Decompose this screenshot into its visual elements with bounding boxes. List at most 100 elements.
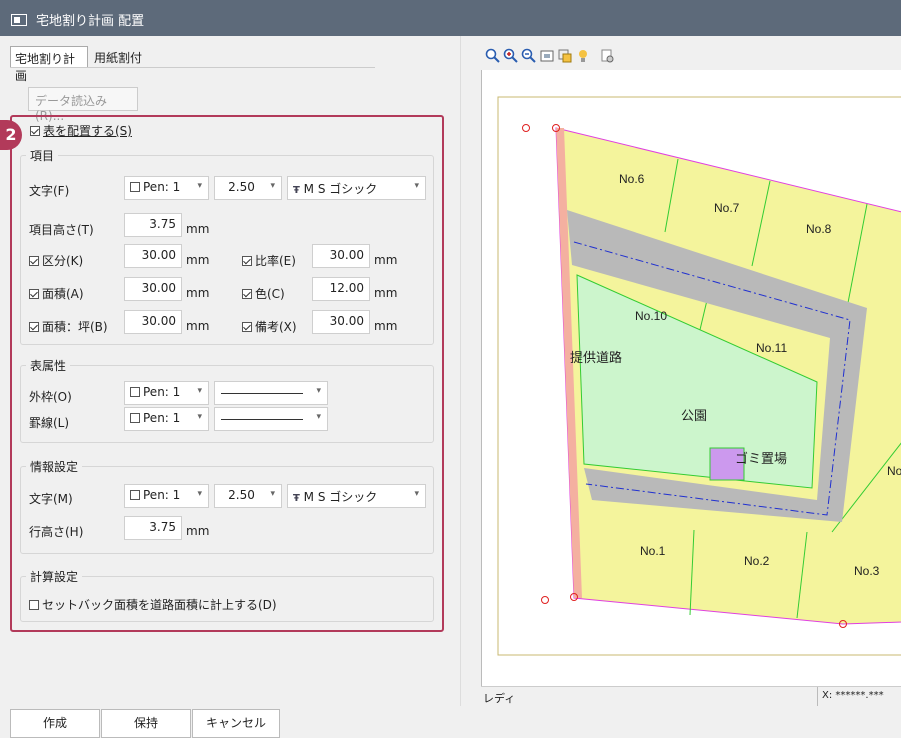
info-text-label: 文字(M) <box>29 492 73 506</box>
table-attr-group-title: 表属性 <box>26 357 71 374</box>
items-size-select[interactable]: 2.50 ▾ <box>214 176 282 200</box>
color-checkbox[interactable]: 色(C) <box>242 285 285 302</box>
garbage-label: ゴミ置場 <box>735 451 787 466</box>
dropdown-arrow-icon: ▾ <box>316 412 321 422</box>
zoom-fit-icon[interactable] <box>485 48 501 64</box>
checkbox-checked-icon <box>242 322 252 332</box>
info-size-select[interactable]: 2.50 ▾ <box>214 484 282 508</box>
data-load-button[interactable]: データ読込み(R)... <box>28 87 138 123</box>
tab-paper-layout[interactable]: 用紙割付 <box>90 46 152 68</box>
color-swatch <box>130 413 140 423</box>
area-label: 面積(A) <box>42 287 84 301</box>
kubun-width-input[interactable]: 30.00 <box>124 244 182 268</box>
keep-button[interactable]: 保持 <box>101 709 191 738</box>
checkbox-checked-icon <box>29 289 39 299</box>
unit-label: mm <box>186 253 210 267</box>
ratio-width-input[interactable]: 30.00 <box>312 244 370 268</box>
calc-group-title: 計算設定 <box>26 568 83 585</box>
zoom-in-icon[interactable] <box>503 48 519 64</box>
color-swatch <box>130 387 140 397</box>
rule-pen-select[interactable]: Pen: 1 ▾ <box>124 407 209 431</box>
lot-label-no1: No.1 <box>640 544 666 558</box>
lot-label-no2: No.2 <box>744 554 770 568</box>
road-label: 提供道路 <box>570 350 622 365</box>
rule-pen-value: Pen: 1 <box>143 411 181 425</box>
unit-label: mm <box>186 319 210 333</box>
pane-separator <box>460 36 461 706</box>
tab-divider <box>10 67 375 68</box>
area-width-input[interactable]: 30.00 <box>124 277 182 301</box>
lot-label-no-partial: No <box>887 464 901 478</box>
area-tsubo-width-input[interactable]: 30.00 <box>124 310 182 334</box>
create-button[interactable]: 作成 <box>10 709 100 738</box>
info-pen-select[interactable]: Pen: 1 ▾ <box>124 484 209 508</box>
status-bar: レディ X: ******.*** <box>481 686 901 706</box>
truetype-icon: Ŧ <box>293 493 300 504</box>
ratio-checkbox[interactable]: 比率(E) <box>242 252 296 269</box>
outer-pen-select[interactable]: Pen: 1 ▾ <box>124 381 209 405</box>
checkbox-unchecked-icon <box>29 600 39 610</box>
dropdown-arrow-icon: ▾ <box>270 181 275 191</box>
rule-line-label: 罫線(L) <box>29 416 70 430</box>
lot-plan-drawing: No.6 No.7 No.8 No.10 No.11 提供道路 公園 ゴミ置場 … <box>497 96 901 656</box>
color-label: 色(C) <box>255 287 285 301</box>
line-sample <box>221 419 303 420</box>
items-size-value: 2.50 <box>228 180 255 194</box>
fit-page-icon[interactable] <box>539 48 555 64</box>
checkbox-checked-icon <box>29 322 39 332</box>
color-swatch <box>130 182 140 192</box>
area-checkbox[interactable]: 面積(A) <box>29 285 84 302</box>
info-pen-value: Pen: 1 <box>143 488 181 502</box>
dropdown-arrow-icon: ▾ <box>197 489 202 499</box>
checkbox-checked-icon <box>30 126 40 136</box>
lightbulb-icon[interactable] <box>575 48 591 64</box>
unit-label: mm <box>186 222 210 236</box>
dropdown-arrow-icon: ▾ <box>197 181 202 191</box>
area-tsubo-label: 面積：坪(B) <box>42 320 108 334</box>
item-height-input[interactable]: 3.75 <box>124 213 182 237</box>
lot-label-no6: No.6 <box>619 172 645 186</box>
tab-residential-plan[interactable]: 宅地割り計画 <box>10 46 88 83</box>
window-icon <box>11 14 27 26</box>
unit-label: mm <box>374 286 398 300</box>
checkbox-checked-icon <box>242 256 252 266</box>
line-height-input[interactable]: 3.75 <box>124 516 182 540</box>
outer-linetype-select[interactable]: ▾ <box>214 381 328 405</box>
layer-icon[interactable] <box>557 48 573 64</box>
rule-linetype-select[interactable]: ▾ <box>214 407 328 431</box>
park-label: 公園 <box>681 408 707 423</box>
dropdown-arrow-icon: ▾ <box>197 386 202 396</box>
truetype-icon: Ŧ <box>293 185 300 196</box>
settings-icon[interactable] <box>599 48 615 64</box>
info-font-select[interactable]: Ŧ M S ゴシック ▾ <box>287 484 426 508</box>
unit-label: mm <box>186 286 210 300</box>
items-font-select[interactable]: Ŧ M S ゴシック ▾ <box>287 176 426 200</box>
items-pen-select[interactable]: Pen: 1 ▾ <box>124 176 209 200</box>
kubun-checkbox[interactable]: 区分(K) <box>29 252 83 269</box>
dropdown-arrow-icon: ▾ <box>316 386 321 396</box>
line-sample <box>221 393 303 394</box>
preview-canvas[interactable]: No.6 No.7 No.8 No.10 No.11 提供道路 公園 ゴミ置場 … <box>481 70 901 686</box>
preview-toolbar <box>481 44 901 68</box>
cancel-button[interactable]: キャンセル <box>192 709 280 738</box>
checkbox-checked-icon <box>242 289 252 299</box>
lot-label-no10: No.10 <box>635 309 667 323</box>
dropdown-arrow-icon: ▾ <box>414 181 419 191</box>
place-table-checkbox[interactable]: 表を配置する(S) <box>30 122 132 139</box>
area-tsubo-checkbox[interactable]: 面積：坪(B) <box>29 318 108 335</box>
place-table-label: 表を配置する(S) <box>43 124 132 138</box>
remarks-checkbox[interactable]: 備考(X) <box>242 318 297 335</box>
lot-label-no3: No.3 <box>854 564 880 578</box>
dropdown-arrow-icon: ▾ <box>414 489 419 499</box>
unit-label: mm <box>186 524 210 538</box>
remarks-width-input[interactable]: 30.00 <box>312 310 370 334</box>
setback-checkbox[interactable]: セットバック面積を道路面積に計上する(D) <box>29 596 277 613</box>
dropdown-arrow-icon: ▾ <box>197 412 202 422</box>
remarks-label: 備考(X) <box>255 320 297 334</box>
dropdown-arrow-icon: ▾ <box>270 489 275 499</box>
color-width-input[interactable]: 12.00 <box>312 277 370 301</box>
items-font-value: M S ゴシック <box>303 182 378 196</box>
zoom-out-icon[interactable] <box>521 48 537 64</box>
unit-label: mm <box>374 253 398 267</box>
lot-label-no11: No.11 <box>756 341 787 355</box>
